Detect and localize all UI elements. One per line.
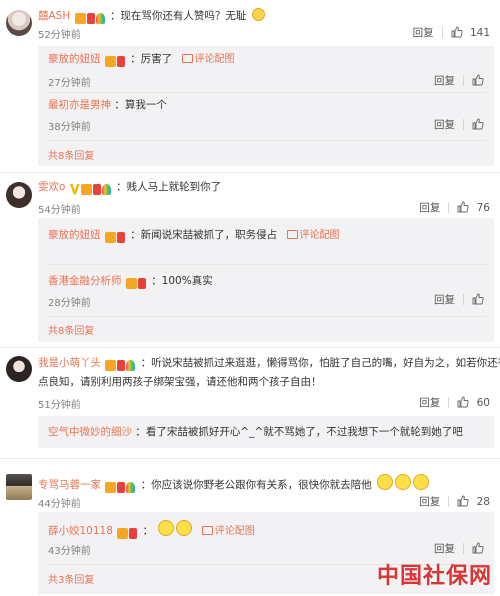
like-button[interactable]: 76	[457, 201, 490, 214]
like-count: 76	[476, 202, 490, 214]
comment-text: ：你应该说你野老公跟你有关系，很快你就去陪他	[140, 479, 372, 491]
reply-text: ：100%真实	[151, 275, 213, 287]
like-count: 28	[476, 496, 490, 508]
reply-button[interactable]: 回复	[434, 73, 455, 88]
like-button[interactable]	[472, 118, 488, 131]
comment-2: 雯欢o ：贱人马上就轮到你了 54分钟前 回复 76 豪放的妞妞 ：新闻说宋喆被…	[0, 176, 500, 346]
comment-text-continued: 点良知，请别利用两孩子绑架宝强，请还他和两个孩子自由！	[38, 376, 322, 388]
laughing-emoji-icon	[395, 474, 412, 490]
comment-image-link[interactable]: 评论配图	[201, 526, 255, 537]
more-replies-link[interactable]: 共3条回复	[48, 571, 94, 586]
divider	[0, 172, 500, 173]
comment-time: 51分钟前	[38, 400, 81, 411]
reply-box: 豪放的妞妞 ：厉害了 评论配图 27分钟前 回复 最初亦是男神 ：算我一个 38…	[38, 46, 494, 166]
thumbs-up-icon	[472, 293, 484, 305]
like-button[interactable]: 141	[451, 26, 490, 39]
divider	[0, 347, 500, 348]
reply-time: 28分钟前	[48, 298, 91, 309]
like-button[interactable]	[472, 74, 488, 87]
thumbs-up-icon	[451, 26, 463, 38]
reply-time: 38分钟前	[48, 122, 91, 133]
reply-button[interactable]: 回复	[413, 25, 434, 40]
avatar[interactable]	[6, 474, 32, 500]
reply-username[interactable]: 豪放的妞妞	[48, 53, 101, 65]
user-badges	[69, 182, 112, 196]
comment-username[interactable]: 囍ASH	[38, 10, 70, 22]
reply-button[interactable]: 回复	[434, 292, 455, 307]
comment-text: ：贱人马上就轮到你了	[116, 181, 222, 193]
reply-text: ：	[142, 525, 154, 537]
image-icon	[286, 230, 298, 239]
reply-button[interactable]: 回复	[419, 200, 440, 215]
reply-username[interactable]: 空气中微妙的细沙	[48, 426, 132, 438]
comment-actions: 回复 141	[413, 25, 490, 40]
user-badges	[105, 480, 136, 494]
comment-text: ：现在骂你还有人赞吗？无耻	[109, 10, 247, 22]
comment-3: 我是小萌丫头 ：听说宋喆被抓过来逛逛，懒得骂你，怕脏了自己的嘴，好自为之，如若你…	[0, 352, 500, 456]
comment-1: 囍ASH ：现在骂你还有人赞吗？无耻 52分钟前 回复 141 豪放的妞妞 ：厉…	[0, 0, 500, 168]
emoji-face-icon	[251, 8, 265, 21]
avatar[interactable]	[6, 182, 32, 208]
like-button[interactable]	[472, 542, 488, 555]
image-icon	[181, 54, 193, 63]
user-badges	[105, 358, 136, 372]
more-replies-link[interactable]: 共8条回复	[48, 322, 94, 337]
reply-button[interactable]: 回复	[419, 494, 440, 509]
reply-text: ：算我一个	[114, 99, 167, 111]
laughing-emoji-icon	[413, 474, 430, 490]
comment-image-link[interactable]: 评论配图	[286, 230, 340, 241]
thumbs-up-icon	[457, 495, 469, 507]
site-watermark: 中国社保网	[376, 563, 492, 589]
comment-time: 52分钟前	[38, 30, 81, 41]
avatar[interactable]	[6, 356, 32, 382]
thumbs-up-icon	[472, 118, 484, 130]
laughing-emoji-icon	[377, 474, 394, 490]
reply-username[interactable]: 香港金融分析师	[48, 275, 122, 287]
reply-text: ：厉害了	[130, 53, 173, 65]
crying-laughing-emoji-icon	[158, 520, 175, 536]
reply-button[interactable]: 回复	[434, 541, 455, 556]
crying-laughing-emoji-icon	[176, 520, 193, 536]
reply-time: 27分钟前	[48, 78, 91, 89]
reply-username[interactable]: 最初亦是男神	[48, 99, 111, 111]
like-button[interactable]: 28	[457, 495, 490, 508]
avatar[interactable]	[6, 10, 32, 36]
reply-text: ：新闻说宋喆被抓了，职务侵占	[130, 229, 278, 241]
reply-text: ：看了宋喆被抓好开心^_^就不骂她了，不过我想下一个就轮到她了吧	[135, 426, 463, 438]
comment-username[interactable]: 我是小萌丫头	[38, 357, 101, 369]
more-replies-link[interactable]: 共8条回复	[48, 147, 94, 162]
like-button[interactable]: 60	[457, 396, 490, 409]
comment-text: ：听说宋喆被抓过来逛逛，懒得骂你，怕脏了自己的嘴，好自为之，如若你还有	[140, 357, 500, 369]
like-button[interactable]	[472, 293, 488, 306]
reply-box: 空气中微妙的细沙 ：看了宋喆被抓好开心^_^就不骂她了，不过我想下一个就轮到她了…	[38, 416, 494, 448]
reply-button[interactable]: 回复	[419, 395, 440, 410]
reply-username[interactable]: 豪放的妞妞	[48, 229, 101, 241]
reply-username[interactable]: 薛小姣10118	[48, 525, 113, 537]
comment-time: 44分钟前	[38, 499, 81, 510]
comment-image-link[interactable]: 评论配图	[181, 54, 235, 65]
comment-username[interactable]: 雯欢o	[38, 181, 65, 193]
thumbs-up-icon	[472, 542, 484, 554]
like-count: 141	[469, 27, 490, 39]
comment-username[interactable]: 专骂马蓉一家	[38, 479, 101, 491]
like-count: 60	[476, 397, 490, 409]
reply-box: 豪放的妞妞 ：新闻说宋喆被抓了，职务侵占 评论配图 香港金融分析师 ：100%真…	[38, 218, 494, 342]
thumbs-up-icon	[472, 74, 484, 86]
user-badges	[74, 11, 106, 25]
thumbs-up-icon	[457, 201, 469, 213]
image-icon	[201, 526, 213, 535]
divider	[0, 458, 500, 459]
comment-time: 54分钟前	[38, 205, 81, 216]
reply-time: 43分钟前	[48, 546, 91, 557]
thumbs-up-icon	[457, 396, 469, 408]
reply-button[interactable]: 回复	[434, 117, 455, 132]
